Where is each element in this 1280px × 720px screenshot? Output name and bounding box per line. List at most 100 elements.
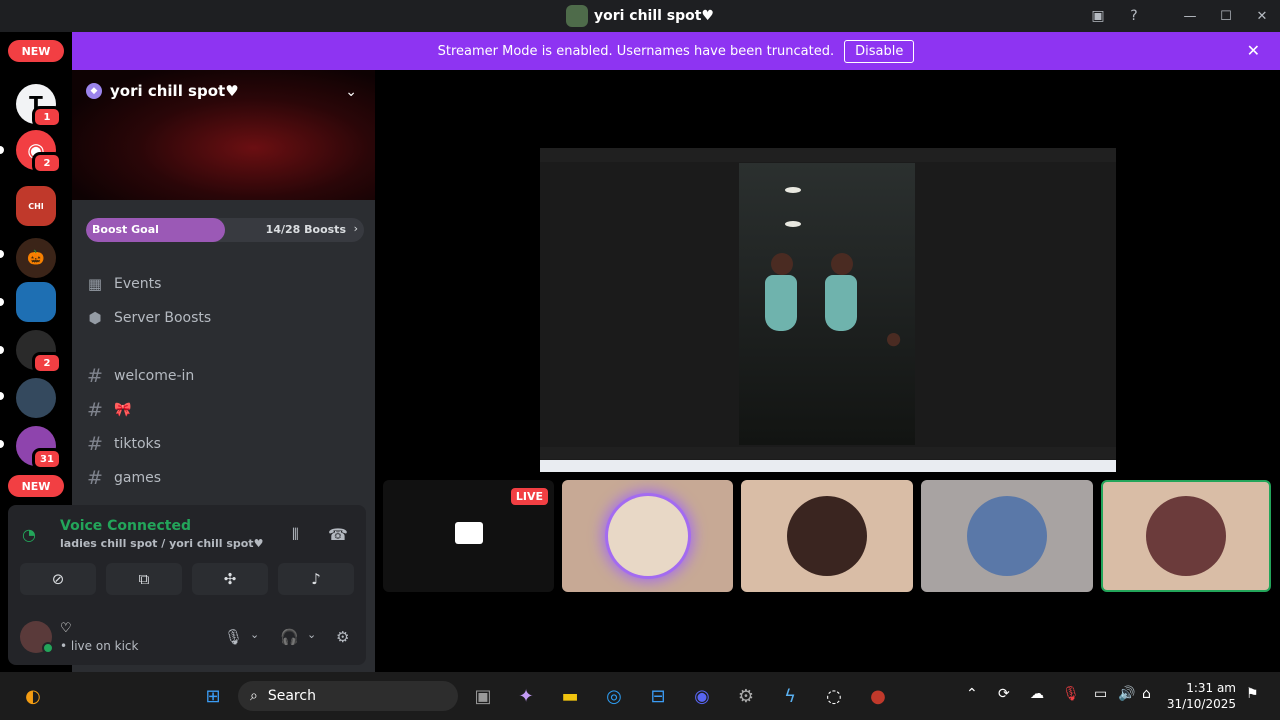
screen-share-stream[interactable]	[540, 148, 1116, 472]
shared-window-statusbar	[540, 447, 1116, 459]
copilot-icon[interactable]: ✦	[513, 684, 539, 708]
channel-name: tiktoks	[114, 436, 161, 452]
online-status-icon	[42, 642, 54, 654]
shared-photo	[739, 163, 915, 445]
boost-goal-bar[interactable]: Boost Goal 14/28 Boosts ›	[86, 218, 364, 242]
chevron-down-icon[interactable]: ⌄	[250, 628, 259, 641]
disable-streamer-mode-button[interactable]: Disable	[844, 39, 915, 63]
participant-tile-speaking[interactable]	[1101, 480, 1271, 592]
channel-welcome-in[interactable]: # welcome-in	[86, 362, 194, 390]
edge-icon[interactable]: ◎	[601, 684, 627, 708]
chevron-down-icon[interactable]: ⌄	[307, 628, 316, 641]
ceiling-light	[785, 187, 801, 193]
server-icon-purple[interactable]: 31	[16, 426, 62, 470]
taskbar-clock[interactable]: 1:31 am 31/10/2025	[1167, 680, 1236, 712]
stream-preview-tile[interactable]: LIVE	[383, 480, 554, 592]
gear-icon[interactable]: ⚙	[336, 628, 349, 646]
start-icon[interactable]: ⊞	[200, 684, 226, 708]
participant-avatar	[607, 496, 688, 576]
participant-avatar	[967, 496, 1047, 576]
participant-tile[interactable]	[741, 480, 913, 592]
server-icon-t[interactable]: T1	[16, 84, 62, 128]
new-unread-pill-top[interactable]: NEW	[8, 40, 64, 62]
activities-button[interactable]: ✣	[192, 563, 268, 595]
maximize-button[interactable]: ☐	[1208, 0, 1244, 32]
participant-tile[interactable]	[921, 480, 1093, 592]
channel-bow[interactable]: # 🎀	[86, 396, 131, 424]
channel-name: games	[114, 470, 162, 486]
server-icon-chicago-loop[interactable]: CHI	[16, 186, 56, 226]
headphones-icon[interactable]: 🎧	[280, 628, 299, 646]
tray-chevron-up-icon[interactable]: ⌃	[966, 686, 978, 702]
calendar-icon: ▦	[87, 275, 103, 293]
voice-location[interactable]: ladies chill spot / yori chill spot♥	[60, 537, 263, 550]
participant-tile[interactable]	[562, 480, 733, 592]
mic-tray-icon[interactable]: 🎙	[1062, 686, 1080, 702]
soundboard-button[interactable]: ♪	[278, 563, 354, 595]
app-icon[interactable]: ϟ	[777, 684, 803, 708]
live-badge: LIVE	[510, 488, 548, 505]
microphone-icon[interactable]: 🎙	[224, 628, 243, 646]
channel-name: 🎀	[114, 402, 132, 418]
obs-icon[interactable]: ◌	[821, 684, 847, 708]
widgets-icon[interactable]: ◐	[20, 684, 46, 708]
game-icon[interactable]: ●	[865, 684, 891, 708]
server-boosts-item[interactable]: ⬢ Server Boosts	[86, 304, 211, 332]
boost-gem-icon: ◆	[86, 83, 102, 99]
participant-avatar	[787, 496, 867, 576]
voice-connected-status[interactable]: Voice Connected	[60, 518, 191, 534]
volume-icon[interactable]: 🔊	[1118, 686, 1135, 702]
close-window-button[interactable]: ✕	[1244, 0, 1280, 32]
onedrive-icon[interactable]: ☁	[1030, 686, 1044, 702]
screen-share-button[interactable]: ⧉	[106, 563, 182, 595]
channel-games[interactable]: # games	[86, 464, 161, 492]
chevron-down-icon[interactable]: ⌄	[345, 84, 357, 100]
discord-home-icon[interactable]: ◉ 2	[16, 130, 62, 174]
discord-window: yori chill spot♥ ▣ ? — ☐ ✕ Streamer Mode…	[0, 0, 1280, 720]
server-icon	[565, 5, 588, 27]
noise-suppression-icon[interactable]: ⫴	[292, 525, 299, 545]
help-icon[interactable]: ?	[1116, 0, 1152, 32]
user-panel: ♡ • live on kick 🎙 ⌄ 🎧 ⌄ ⚙	[20, 618, 360, 658]
notifications-icon[interactable]: ⚑	[1246, 686, 1259, 702]
store-icon[interactable]: ⊟	[645, 684, 671, 708]
search-icon: ⌕	[250, 688, 258, 704]
server-icon-city[interactable]	[16, 378, 56, 418]
minimize-button[interactable]: —	[1172, 0, 1208, 32]
sync-icon[interactable]: ⟳	[998, 686, 1010, 702]
server-icon-blue[interactable]	[16, 282, 56, 322]
channel-name: welcome-in	[114, 368, 195, 384]
server-header[interactable]: ◆ yori chill spot♥	[86, 82, 239, 100]
boost-count: 14/28 Boosts	[265, 223, 346, 236]
signal-icon[interactable]: ◔	[22, 525, 36, 544]
unread-pip	[0, 346, 4, 354]
task-view-icon[interactable]: ▣	[470, 684, 496, 708]
mention-badge: 2	[32, 352, 62, 374]
windows-taskbar: ◐ ⊞ ⌕ Search ▣ ✦ ▬ ◎ ⊟ ◉ ⚙ ϟ ◌ ● ⌃ ⟳ ☁ 🎙…	[0, 672, 1280, 720]
steam-icon[interactable]: ⚙	[733, 684, 759, 708]
server-icon-dark[interactable]: 2	[16, 330, 62, 374]
events-item[interactable]: ▦ Events	[86, 270, 162, 298]
server-icon-pumpkin[interactable]: 🎃	[16, 238, 56, 278]
clock-date: 31/10/2025	[1166, 697, 1236, 711]
participant-avatar	[1146, 496, 1226, 576]
mention-badge: 1	[32, 106, 62, 128]
camera-off-button[interactable]: ⊘	[20, 563, 96, 595]
mention-badge: 31	[32, 448, 62, 470]
close-banner-icon[interactable]: ✕	[1247, 41, 1260, 60]
channel-tiktoks[interactable]: # tiktoks	[86, 430, 161, 458]
file-explorer-icon[interactable]: ▬	[557, 684, 583, 708]
new-unread-pill-bottom[interactable]: NEW	[8, 475, 64, 497]
disconnect-icon[interactable]: ☎	[328, 525, 348, 544]
taskbar-search[interactable]: ⌕ Search	[238, 681, 458, 711]
voice-actions: ⊘ ⧉ ✣ ♪	[20, 563, 354, 595]
inbox-icon[interactable]: ▣	[1080, 0, 1116, 32]
discord-icon[interactable]: ◉	[689, 684, 715, 708]
battery-icon[interactable]: ⌂	[1142, 686, 1151, 702]
network-icon[interactable]: ▭	[1094, 686, 1107, 702]
unread-pip	[0, 250, 4, 258]
title-bar-controls: ▣ ? — ☐ ✕	[1080, 0, 1280, 32]
shared-window-taskbar	[540, 460, 1116, 472]
figure	[882, 333, 904, 393]
streamer-mode-message: Streamer Mode is enabled. Usernames have…	[437, 43, 835, 59]
